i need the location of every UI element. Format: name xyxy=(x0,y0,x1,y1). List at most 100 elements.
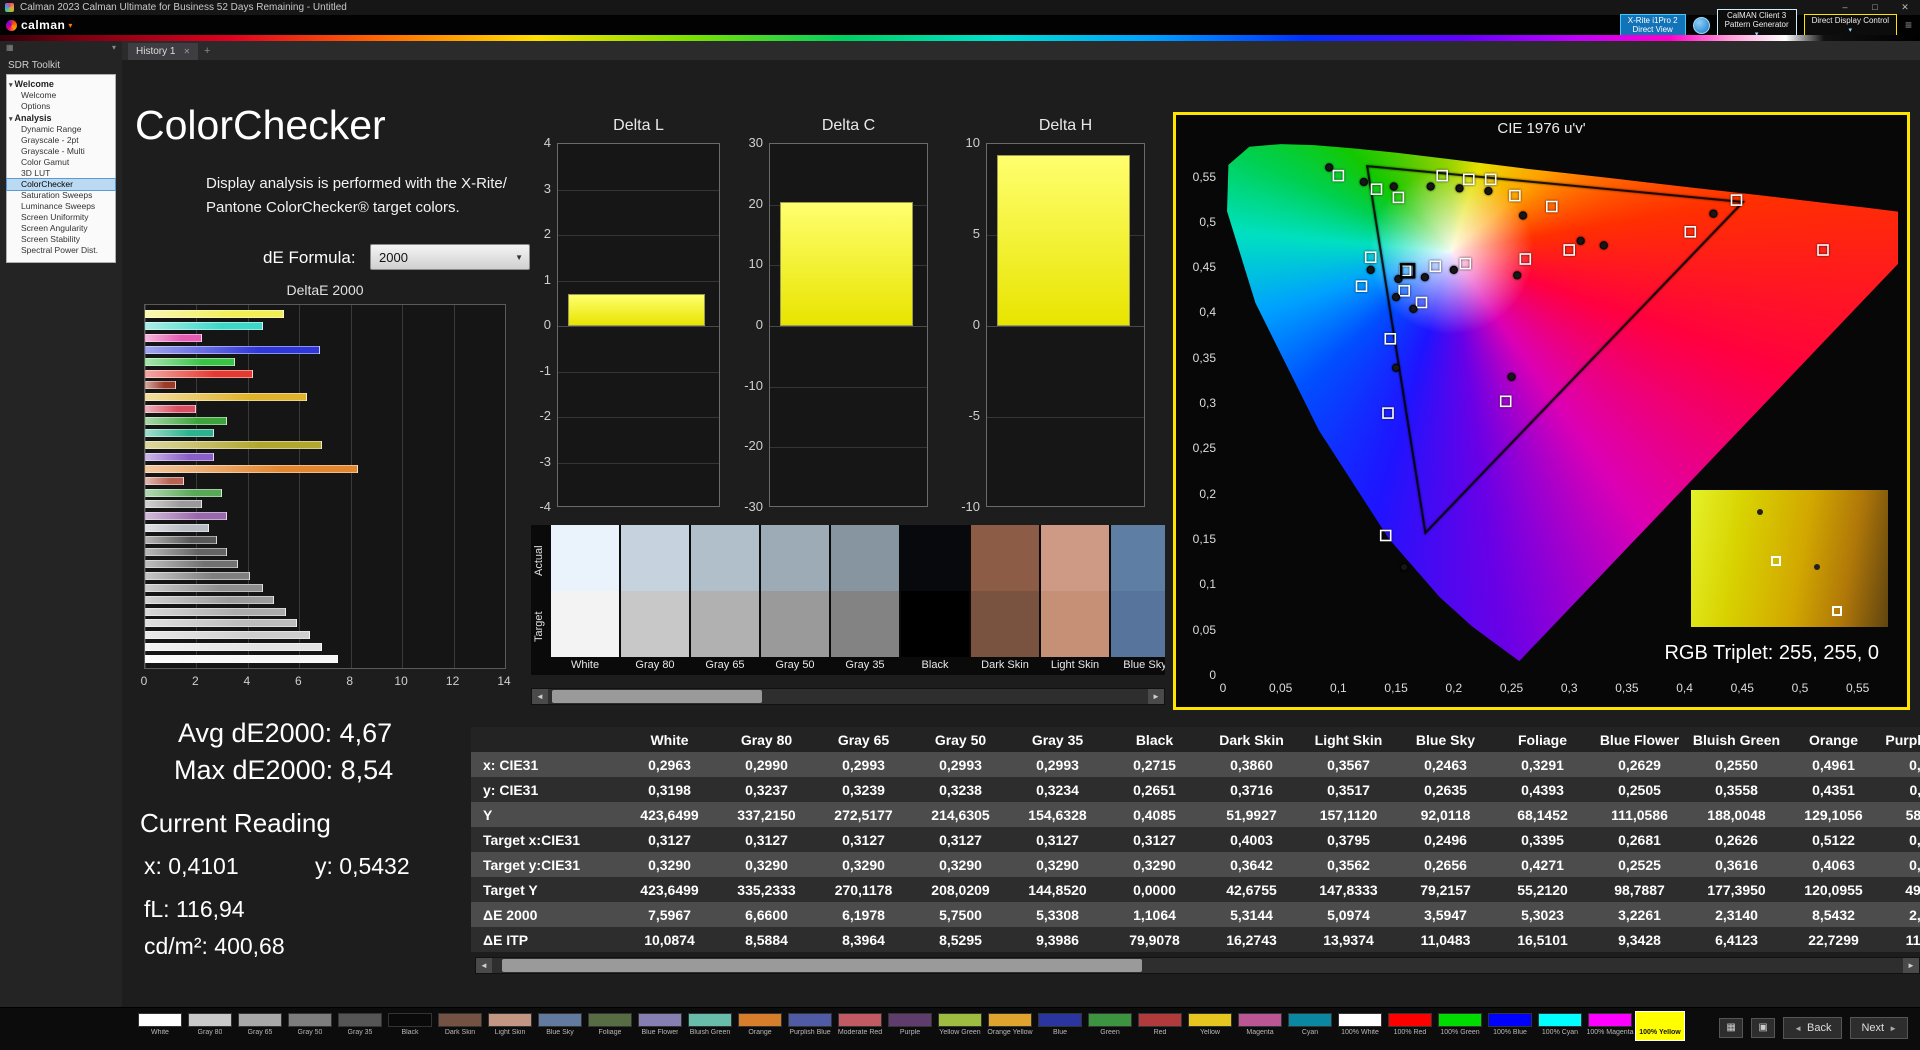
bottom-patch-white[interactable]: White xyxy=(135,1008,185,1041)
sidebar-item-dynamic-range[interactable]: Dynamic Range xyxy=(7,124,115,135)
bar xyxy=(145,524,210,533)
bottom-patch-100-blue[interactable]: 100% Blue xyxy=(1485,1008,1535,1041)
bottom-patch-orange[interactable]: Orange xyxy=(735,1008,785,1041)
display-window-icon[interactable]: ▣ xyxy=(1751,1018,1776,1038)
scroll-thumb[interactable] xyxy=(502,959,1142,972)
menu-icon[interactable]: ▦ xyxy=(6,43,14,57)
swatch-actual xyxy=(901,525,969,591)
sidebar-item-screen-uniformity[interactable]: Screen Uniformity xyxy=(7,212,115,223)
column-header: Foliage xyxy=(1517,731,1567,748)
scroll-track[interactable] xyxy=(492,958,1903,973)
column-header: Gray 65 xyxy=(837,731,890,748)
device-button-x-rite-i1pro-2[interactable]: X-Rite i1Pro 2 Direct View xyxy=(1619,14,1686,36)
bar xyxy=(145,643,323,652)
back-button[interactable]: ◄ Back xyxy=(1783,1017,1843,1039)
chevron-down-icon: ▾ xyxy=(9,82,13,89)
swatch-target xyxy=(901,591,969,657)
sidebar-item-welcome[interactable]: Welcome xyxy=(7,90,115,101)
bottom-patch-light-skin[interactable]: Light Skin xyxy=(485,1008,535,1041)
sidebar-item-saturation-sweeps[interactable]: Saturation Sweeps xyxy=(7,190,115,201)
bottom-patch-100-white[interactable]: 100% White xyxy=(1335,1008,1385,1041)
bottom-patch-100-cyan[interactable]: 100% Cyan xyxy=(1535,1008,1585,1041)
tree-section-analysis[interactable]: ▾ Analysis xyxy=(7,112,115,124)
bottom-patch-blue-flower[interactable]: Blue Flower xyxy=(635,1008,685,1041)
bottom-patch-purplish-blue[interactable]: Purplish Blue xyxy=(785,1008,835,1041)
bottom-patch-blue-sky[interactable]: Blue Sky xyxy=(535,1008,585,1041)
table-cell: 129,1056 xyxy=(1804,806,1863,823)
swatch-target xyxy=(1111,591,1165,657)
patch-label: Gray 65 xyxy=(247,1029,273,1036)
bottom-patch-gray-35[interactable]: Gray 35 xyxy=(335,1008,385,1041)
bottom-patch-100-green[interactable]: 100% Green xyxy=(1435,1008,1485,1041)
sidebar-item-screen-stability[interactable]: Screen Stability xyxy=(7,234,115,245)
bottom-patch-gray-65[interactable]: Gray 65 xyxy=(235,1008,285,1041)
bottom-patch-foliage[interactable]: Foliage xyxy=(585,1008,635,1041)
bottom-patch-blue[interactable]: Blue xyxy=(1035,1008,1085,1041)
sidebar-item-colorchecker[interactable]: ColorChecker xyxy=(6,178,116,191)
bottom-patch-100-yellow[interactable]: 100% Yellow xyxy=(1635,1008,1685,1041)
sidebar-item-color-gamut[interactable]: Color Gamut xyxy=(7,157,115,168)
table-cell: 5,7500 xyxy=(939,906,982,923)
bottom-patch-cyan[interactable]: Cyan xyxy=(1285,1008,1335,1041)
bottom-patch-moderate-red[interactable]: Moderate Red xyxy=(835,1008,885,1041)
sidebar-item-options[interactable]: Options xyxy=(7,101,115,112)
sidebar-item-grayscale-multi[interactable]: Grayscale - Multi xyxy=(7,146,115,157)
scroll-left-icon[interactable]: ◄ xyxy=(476,958,492,973)
tab-history-1[interactable]: History 1 ✕ xyxy=(128,43,199,60)
bottom-patch-red[interactable]: Red xyxy=(1135,1008,1185,1041)
menu-icon[interactable]: ≡ xyxy=(1905,18,1912,32)
bottom-patch-green[interactable]: Green xyxy=(1085,1008,1135,1041)
scroll-right-icon[interactable]: ► xyxy=(1903,958,1919,973)
axis-tick-label: 0,2 xyxy=(1445,681,1463,695)
gridline xyxy=(558,189,719,191)
target-point xyxy=(1817,244,1829,256)
bottom-patch-100-red[interactable]: 100% Red xyxy=(1385,1008,1435,1041)
current-reading-heading: Current Reading xyxy=(140,808,331,838)
max-de2000-readout: Max dE2000: 8,54 xyxy=(174,755,394,785)
device-button-direct-display-control[interactable]: Direct Display Control ▾ xyxy=(1803,13,1897,37)
bar xyxy=(145,369,253,378)
bottom-patch-gray-50[interactable]: Gray 50 xyxy=(285,1008,335,1041)
tree-section-welcome[interactable]: ▾ Welcome xyxy=(7,78,115,90)
close-icon[interactable]: ✕ xyxy=(183,47,190,56)
table-cell: 0,3234 xyxy=(1036,781,1079,798)
bottom-patch-magenta[interactable]: Magenta xyxy=(1235,1008,1285,1041)
bottom-patch-bluish-green[interactable]: Bluish Green xyxy=(685,1008,735,1041)
table-cell: 0,4393 xyxy=(1521,781,1564,798)
table-cell: 9,3428 xyxy=(1618,931,1661,948)
bottom-patch-black[interactable]: Black xyxy=(385,1008,435,1041)
table-scrollbar[interactable]: ◄ ► xyxy=(475,957,1920,974)
bottom-patch-yellow-green[interactable]: Yellow Green xyxy=(935,1008,985,1041)
bottom-patch-100-magenta[interactable]: 100% Magenta xyxy=(1585,1008,1635,1041)
scroll-track[interactable] xyxy=(548,689,1148,704)
sidebar-item-luminance-sweeps[interactable]: Luminance Sweeps xyxy=(7,201,115,212)
patch-color xyxy=(788,1013,832,1027)
bottom-patch-orange-yellow[interactable]: Orange Yellow xyxy=(985,1008,1035,1041)
bottom-patch-dark-skin[interactable]: Dark Skin xyxy=(435,1008,485,1041)
de-formula-select[interactable]: 2000 ▼ xyxy=(370,244,530,270)
patch-label: Magenta xyxy=(1246,1029,1274,1036)
scroll-right-icon[interactable]: ► xyxy=(1148,689,1164,704)
bottom-patch-purple[interactable]: Purple xyxy=(885,1008,935,1041)
gridline xyxy=(350,305,352,668)
sidebar-item-screen-angularity[interactable]: Screen Angularity xyxy=(7,223,115,234)
pattern-window-icon[interactable]: ▦ xyxy=(1719,1018,1744,1038)
patch-label: Moderate Red xyxy=(837,1029,883,1036)
sidebar-item-spectral-power-dist[interactable]: Spectral Power Dist. xyxy=(7,245,115,256)
sidebar-item-3d-lut[interactable]: 3D LUT xyxy=(7,168,115,179)
gamut-triangle xyxy=(1366,164,1746,536)
sidebar-item-grayscale-2pt[interactable]: Grayscale - 2pt xyxy=(7,135,115,146)
chevron-down-icon[interactable]: ▾ xyxy=(112,43,116,57)
bottom-patch-yellow[interactable]: Yellow xyxy=(1185,1008,1235,1041)
axis-tick-label: 2 xyxy=(543,226,551,241)
calman-menu-button[interactable]: calman ▾ xyxy=(6,18,72,32)
bottom-patch-gray-80[interactable]: Gray 80 xyxy=(185,1008,235,1041)
add-tab-button[interactable]: + xyxy=(198,43,216,60)
swatch-scrollbar[interactable]: ◄ ► xyxy=(531,688,1165,705)
column-header: Orange xyxy=(1808,731,1858,748)
table-cell: 13,9374 xyxy=(1323,931,1374,948)
next-button[interactable]: Next ► xyxy=(1850,1017,1908,1039)
scroll-thumb[interactable] xyxy=(552,690,762,703)
axis-tick-label: 3 xyxy=(543,180,551,196)
scroll-left-icon[interactable]: ◄ xyxy=(532,689,548,704)
